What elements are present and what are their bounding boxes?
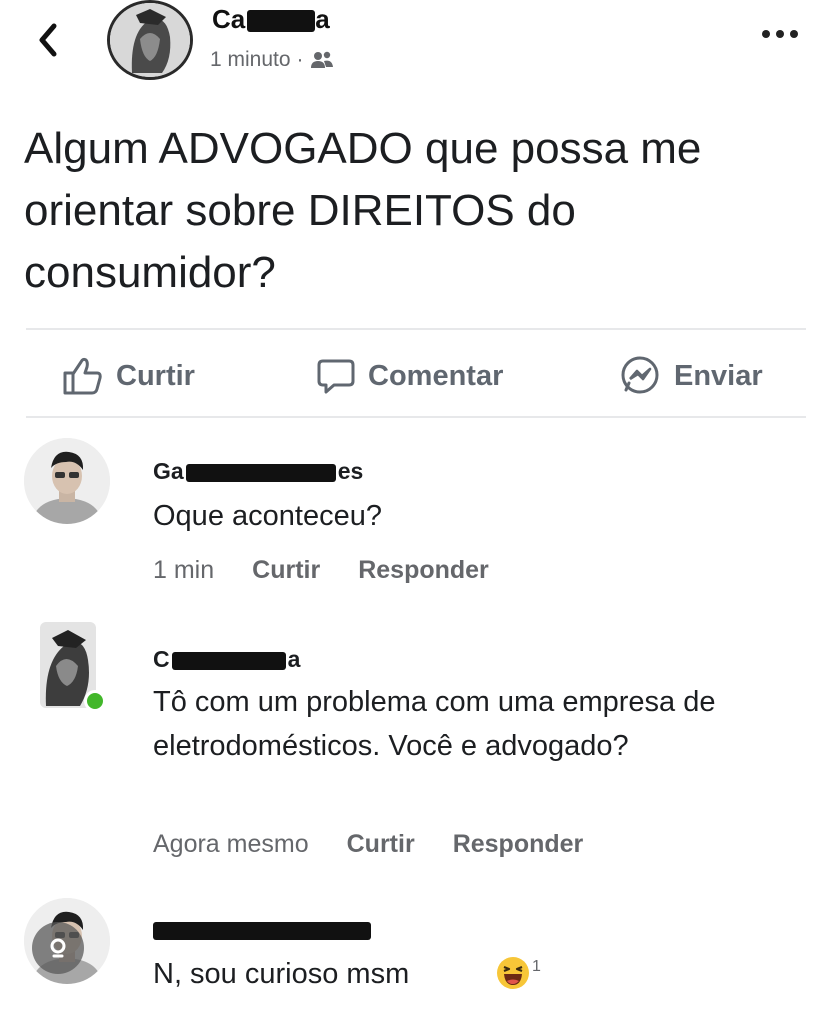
post-meta: 1 minuto · <box>210 48 334 72</box>
reaction-summary[interactable]: 1 <box>496 956 541 990</box>
back-button[interactable] <box>30 14 70 64</box>
like-button[interactable]: Curtir <box>62 352 195 400</box>
more-horizontal-icon <box>762 30 798 38</box>
like-label: Curtir <box>116 359 195 392</box>
avatar[interactable] <box>24 438 110 524</box>
commenter-name[interactable] <box>153 916 371 943</box>
comment-meta: Agora mesmo Curtir Responder <box>153 830 583 859</box>
comment-text: N, sou curioso msm <box>153 958 410 990</box>
author-name[interactable]: Ca a <box>212 4 330 35</box>
commenter-name[interactable]: Ga es <box>153 458 363 485</box>
author-avatar[interactable] <box>107 0 193 80</box>
chevron-left-icon <box>39 23 57 57</box>
haha-emoji-icon <box>497 957 529 989</box>
messenger-icon <box>621 356 659 394</box>
commenter-name-suffix: es <box>337 458 364 484</box>
comment-like-link[interactable]: Curtir <box>347 830 415 859</box>
comment-text: Oque aconteceu? <box>153 500 382 532</box>
post-time[interactable]: 1 minuto <box>210 48 291 72</box>
commenter-name-suffix: a <box>287 646 301 672</box>
divider <box>26 328 806 330</box>
comment-button[interactable]: Comentar <box>316 352 503 400</box>
commenter-name-text: Ga <box>153 458 184 484</box>
comment-meta: 1 min Curtir Responder <box>153 556 489 585</box>
circle-badge-icon <box>32 922 84 974</box>
name-redaction <box>185 463 336 482</box>
friends-icon <box>310 51 333 68</box>
commenter-name[interactable]: Ca <box>153 646 300 673</box>
author-name-suffix: a <box>315 4 330 34</box>
name-redaction <box>247 10 316 33</box>
speech-bubble-icon <box>317 359 355 394</box>
reaction-count: 1 <box>532 958 541 975</box>
name-redaction <box>171 651 286 670</box>
comment-reply-link[interactable]: Responder <box>358 556 489 585</box>
name-redaction <box>153 921 371 940</box>
online-status-dot <box>84 690 106 712</box>
comment-text: Tô com um problema com uma empresa de el… <box>153 686 716 762</box>
comment-like-link[interactable]: Curtir <box>252 556 320 585</box>
thumbs-up-icon <box>63 357 102 395</box>
comment-reply-link[interactable]: Responder <box>453 830 584 859</box>
author-name-text: Ca <box>212 4 246 34</box>
commenter-name-text: C <box>153 646 170 672</box>
comment-time[interactable]: 1 min <box>153 556 214 585</box>
divider <box>26 416 806 418</box>
meta-separator: · <box>296 48 304 71</box>
post-text: Algum ADVOGADO que possa me orientar sob… <box>24 124 702 297</box>
comment-time[interactable]: Agora mesmo <box>153 830 309 859</box>
comment-label: Comentar <box>368 359 504 392</box>
send-label: Enviar <box>674 359 763 392</box>
more-options-button[interactable] <box>758 22 802 46</box>
send-button[interactable]: Enviar <box>618 352 763 400</box>
